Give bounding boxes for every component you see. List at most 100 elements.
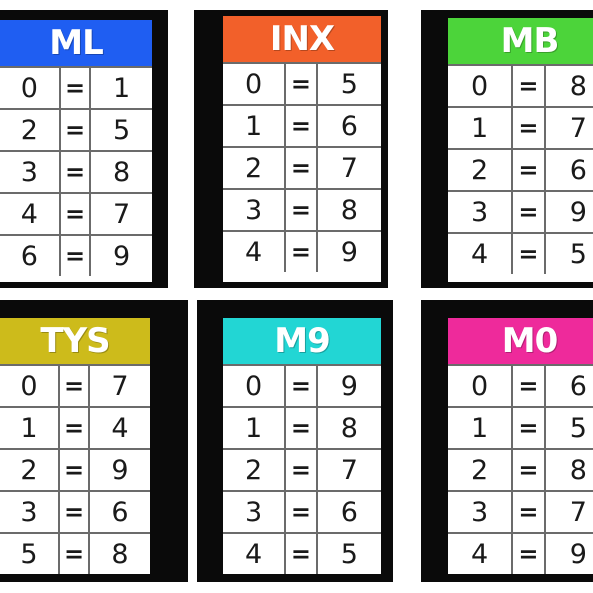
card-title-m0: M0 bbox=[448, 318, 593, 364]
digit-cell: 4 bbox=[223, 232, 287, 272]
equals-cell: = bbox=[286, 492, 318, 532]
value-cell: 7 bbox=[340, 152, 358, 184]
table-row: 0 = 8 bbox=[448, 64, 593, 106]
card-tys: TYS 0 = 7 1 = 4 2 = 9 3 = 6 5 = 8 bbox=[0, 300, 188, 582]
digit-cell: 1 bbox=[223, 408, 287, 448]
card-ml: ML 0 = 1 2 = 5 3 = 8 4 = 7 6 = 9 bbox=[0, 10, 168, 288]
table-row: 3 = 8 bbox=[223, 188, 381, 230]
equals-cell: = bbox=[513, 66, 546, 106]
equals-cell: = bbox=[286, 106, 318, 146]
card-title-mb: MB bbox=[448, 18, 593, 64]
value-cell: 9 bbox=[111, 454, 129, 486]
equals-cell: = bbox=[286, 148, 318, 188]
digit-cell: 2 bbox=[0, 110, 61, 150]
table-row: 0 = 1 bbox=[0, 66, 152, 108]
value-cell: 8 bbox=[569, 70, 587, 102]
equals-cell: = bbox=[286, 232, 318, 272]
digit-cell: 0 bbox=[0, 68, 61, 108]
value-cell: 4 bbox=[111, 412, 129, 444]
value-cell: 9 bbox=[569, 538, 587, 570]
table-row: 3 = 6 bbox=[223, 490, 381, 532]
value-cell: 8 bbox=[340, 412, 358, 444]
digit-cell: 1 bbox=[223, 106, 287, 146]
table-row: 2 = 6 bbox=[448, 148, 593, 190]
value-cell: 9 bbox=[112, 240, 131, 272]
equals-cell: = bbox=[286, 408, 318, 448]
digit-cell: 4 bbox=[448, 234, 514, 274]
value-cell: 8 bbox=[340, 194, 358, 226]
table-row: 3 = 6 bbox=[0, 490, 150, 532]
value-cell: 7 bbox=[111, 370, 129, 402]
table-row: 2 = 7 bbox=[223, 448, 381, 490]
card-m0: M0 0 = 6 1 = 5 2 = 8 3 = 7 4 = 9 bbox=[421, 300, 593, 582]
card-m9: M9 0 = 9 1 = 8 2 = 7 3 = 6 4 = 5 bbox=[197, 300, 393, 582]
table-row: 4 = 9 bbox=[448, 532, 593, 574]
table-m0: M0 0 = 6 1 = 5 2 = 8 3 = 7 4 = 9 bbox=[448, 318, 593, 574]
table-inx: INX 0 = 5 1 = 6 2 = 7 3 = 8 4 = 9 bbox=[223, 16, 381, 282]
equals-cell: = bbox=[60, 534, 90, 574]
digit-cell: 4 bbox=[223, 534, 287, 574]
table-row: 1 = 4 bbox=[0, 406, 150, 448]
table-tys: TYS 0 = 7 1 = 4 2 = 9 3 = 6 5 = 8 bbox=[0, 318, 150, 574]
equals-cell: = bbox=[286, 366, 318, 406]
equals-cell: = bbox=[60, 366, 90, 406]
value-cell: 8 bbox=[569, 454, 587, 486]
equals-cell: = bbox=[61, 110, 92, 150]
table-row: 5 = 8 bbox=[0, 532, 150, 574]
digit-cell: 2 bbox=[0, 450, 60, 490]
value-cell: 7 bbox=[569, 112, 587, 144]
digit-cell: 1 bbox=[0, 408, 60, 448]
equals-cell: = bbox=[286, 64, 318, 104]
value-cell: 6 bbox=[340, 110, 358, 142]
equals-cell: = bbox=[60, 408, 90, 448]
digit-cell: 3 bbox=[448, 492, 514, 532]
table-row: 3 = 9 bbox=[448, 190, 593, 232]
digit-cell: 0 bbox=[448, 366, 514, 406]
value-cell: 5 bbox=[569, 238, 587, 270]
table-row: 2 = 9 bbox=[0, 448, 150, 490]
equals-cell: = bbox=[513, 534, 546, 574]
equals-cell: = bbox=[513, 366, 546, 406]
table-row: 1 = 5 bbox=[448, 406, 593, 448]
value-cell: 6 bbox=[569, 370, 587, 402]
equals-cell: = bbox=[513, 408, 546, 448]
equals-cell: = bbox=[61, 152, 92, 192]
table-row: 0 = 9 bbox=[223, 364, 381, 406]
card-title-inx: INX bbox=[223, 16, 381, 62]
table-row: 0 = 7 bbox=[0, 364, 150, 406]
equals-cell: = bbox=[286, 190, 318, 230]
table-row: 2 = 7 bbox=[223, 146, 381, 188]
value-cell: 9 bbox=[569, 196, 587, 228]
table-row: 4 = 5 bbox=[223, 532, 381, 574]
value-cell: 5 bbox=[112, 114, 131, 146]
value-cell: 7 bbox=[112, 198, 131, 230]
digit-cell: 3 bbox=[223, 190, 287, 230]
card-mb: MB 0 = 8 1 = 7 2 = 6 3 = 9 4 = 5 bbox=[421, 10, 593, 288]
digit-cell: 1 bbox=[448, 108, 514, 148]
value-cell: 8 bbox=[111, 538, 129, 570]
equals-cell: = bbox=[513, 450, 546, 490]
digit-cell: 5 bbox=[0, 534, 60, 574]
digit-cell: 3 bbox=[223, 492, 287, 532]
digit-cell: 0 bbox=[223, 366, 287, 406]
table-mb: MB 0 = 8 1 = 7 2 = 6 3 = 9 4 = 5 bbox=[448, 18, 593, 282]
table-row: 4 = 9 bbox=[223, 230, 381, 272]
equals-cell: = bbox=[61, 236, 92, 276]
equals-cell: = bbox=[60, 492, 90, 532]
digit-cell: 4 bbox=[0, 194, 61, 234]
table-m9: M9 0 = 9 1 = 8 2 = 7 3 = 6 4 = 5 bbox=[223, 318, 381, 574]
equals-cell: = bbox=[513, 234, 546, 274]
digit-cell: 4 bbox=[448, 534, 514, 574]
value-cell: 5 bbox=[340, 68, 358, 100]
card-inx: INX 0 = 5 1 = 6 2 = 7 3 = 8 4 = 9 bbox=[194, 10, 388, 288]
table-row: 1 = 8 bbox=[223, 406, 381, 448]
value-cell: 8 bbox=[112, 156, 131, 188]
equals-cell: = bbox=[60, 450, 90, 490]
table-row: 2 = 5 bbox=[0, 108, 152, 150]
value-cell: 7 bbox=[340, 454, 358, 486]
card-title-tys: TYS bbox=[0, 318, 150, 364]
table-row: 1 = 7 bbox=[448, 106, 593, 148]
value-cell: 6 bbox=[111, 496, 129, 528]
table-ml: ML 0 = 1 2 = 5 3 = 8 4 = 7 6 = 9 bbox=[0, 20, 152, 282]
digit-cell: 2 bbox=[223, 450, 287, 490]
